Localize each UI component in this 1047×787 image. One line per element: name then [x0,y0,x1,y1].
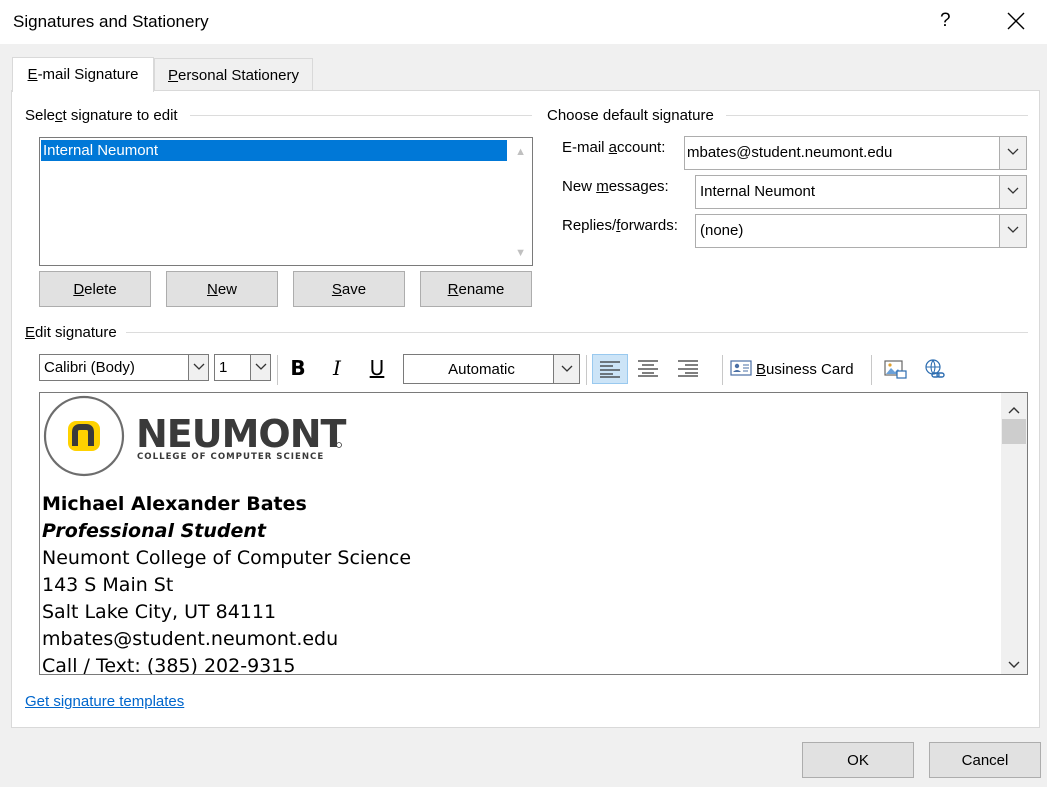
chevron-up-icon[interactable] [1008,401,1020,418]
font-size-select[interactable]: 1 [214,354,271,381]
signature-phone: Call / Text: (385) 202-9315 [42,655,296,675]
font-family-select[interactable]: Calibri (Body) [39,354,209,381]
signature-role: Professional Student [42,520,266,542]
insert-picture-icon[interactable] [880,354,910,384]
section-divider [126,332,1028,333]
close-icon[interactable] [1006,11,1026,31]
font-color-select[interactable]: Automatic [403,354,580,384]
get-signature-templates-link[interactable]: Get signature templates [25,693,184,710]
toolbar-separator [277,355,278,385]
tab-email-signature[interactable]: E-mail Signature [12,57,154,92]
rename-button[interactable]: Rename [420,271,532,307]
toolbar-separator [586,355,587,385]
chevron-down-icon[interactable] [188,355,208,380]
editor-scrollbar[interactable] [1001,393,1027,674]
email-account-select[interactable]: mbates@student.neumont.edu [684,136,1027,170]
signature-email: mbates@student.neumont.edu [42,628,339,650]
cancel-button[interactable]: Cancel [929,742,1041,778]
chevron-down-icon[interactable] [999,215,1026,247]
edit-signature-label: Edit signature [25,324,123,341]
neumont-logo: NEUMONT COLLEGE OF COMPUTER SCIENCE [42,394,352,477]
tab-personal-stationery[interactable]: Personal Stationery [154,58,313,90]
align-center-icon[interactable] [630,354,666,384]
replies-forwards-select[interactable]: (none) [695,214,1027,248]
scrollbar-thumb[interactable] [1002,419,1026,444]
save-button[interactable]: Save [293,271,405,307]
toolbar-separator [871,355,872,385]
signature-city: Salt Lake City, UT 84111 [42,601,277,623]
bold-button[interactable]: B [284,354,312,384]
business-card-button[interactable]: Business Card [730,354,860,384]
replies-forwards-label: Replies/forwards: [562,217,678,234]
default-signature-label: Choose default signature [547,107,720,124]
list-item[interactable]: Internal Neumont [41,140,507,161]
underline-button[interactable]: U [363,354,391,384]
section-divider [190,115,532,116]
chevron-down-icon[interactable] [999,137,1026,169]
hyperlink-icon[interactable] [919,354,949,384]
chevron-down-icon[interactable] [250,355,270,380]
help-button[interactable]: ? [940,10,951,32]
chevron-down-icon[interactable] [553,355,579,383]
email-account-label: E-mail account: [562,139,666,156]
italic-button[interactable]: I [323,354,351,384]
title-bar: Signatures and Stationery ? [0,0,1047,44]
new-messages-label: New messages: [562,178,669,195]
toolbar-separator [722,355,723,385]
section-divider [726,115,1028,116]
scroll-down-icon[interactable]: ▼ [515,247,526,259]
svg-text:NEUMONT: NEUMONT [136,412,347,456]
ok-button[interactable]: OK [802,742,914,778]
chevron-down-icon[interactable] [999,176,1026,208]
align-right-icon[interactable] [670,354,706,384]
delete-button[interactable]: Delete [39,271,151,307]
new-button[interactable]: New [166,271,278,307]
chevron-down-icon[interactable] [1008,656,1020,673]
select-signature-label: Select signature to edit [25,107,184,124]
scroll-up-icon[interactable]: ▲ [515,146,526,158]
window-title: Signatures and Stationery [13,12,209,31]
align-left-icon[interactable] [592,354,628,384]
signature-street: 143 S Main St [42,574,174,596]
signature-org: Neumont College of Computer Science [42,547,412,569]
business-card-icon [730,360,752,380]
signature-list[interactable]: Internal Neumont ▲ ▼ [39,137,533,266]
svg-text:COLLEGE OF COMPUTER SCIENCE: COLLEGE OF COMPUTER SCIENCE [137,452,324,462]
signature-editor[interactable]: NEUMONT COLLEGE OF COMPUTER SCIENCE Mich… [39,392,1028,675]
signature-name: Michael Alexander Bates [42,493,307,515]
new-messages-select[interactable]: Internal Neumont [695,175,1027,209]
